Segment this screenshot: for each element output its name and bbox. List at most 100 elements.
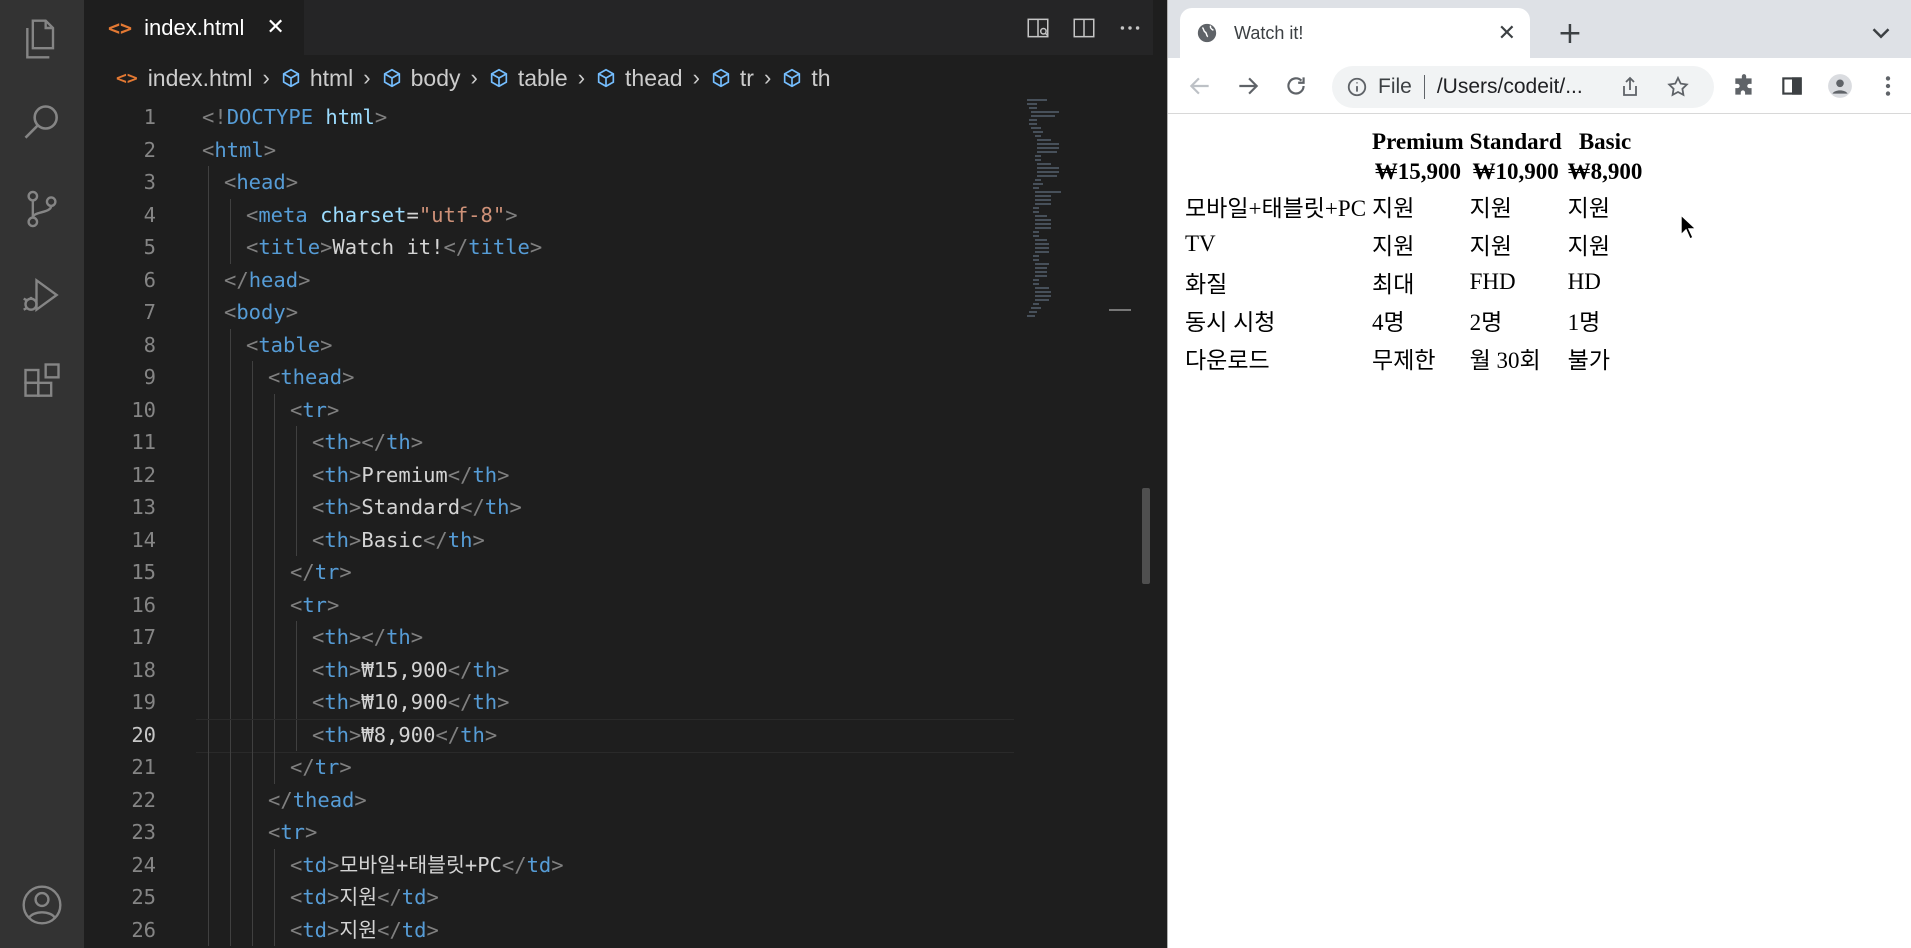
address-bar[interactable]: File /Users/codeit/... — [1332, 66, 1714, 108]
code-line: 8 <table> — [84, 328, 1014, 361]
code-line: 2 <html> — [84, 134, 1014, 167]
kebab-menu-icon[interactable] — [1872, 70, 1904, 102]
indent-guide — [208, 296, 209, 329]
breadcrumb-body[interactable]: body — [381, 65, 461, 92]
indent-guide — [208, 328, 209, 361]
indent-guide — [274, 556, 275, 589]
table-cell: 지원 — [1372, 234, 1415, 259]
indent-guide — [252, 426, 253, 459]
indent-guide — [296, 523, 297, 556]
breadcrumb-html[interactable]: html — [280, 65, 353, 92]
minimap-slider[interactable] — [1109, 309, 1131, 311]
breadcrumb-tr[interactable]: tr — [710, 65, 754, 92]
code-text: <html> — [202, 137, 277, 162]
run-debug-icon[interactable] — [17, 270, 67, 320]
indent-guide — [208, 848, 209, 881]
indent-guide — [208, 556, 209, 589]
source-control-icon[interactable] — [17, 184, 67, 234]
code-line: 12 <th>Premium</th> — [84, 458, 1014, 491]
indent-guide — [274, 523, 275, 556]
indent-guide — [296, 686, 297, 719]
more-actions-icon[interactable] — [1107, 12, 1153, 44]
indent-guide — [230, 523, 231, 556]
split-editor-icon[interactable] — [1061, 12, 1107, 44]
table-row: TV 지원 지원 지원 — [1183, 226, 1644, 262]
breadcrumb-file[interactable]: <> index.html — [116, 65, 253, 92]
indent-guide — [252, 361, 253, 394]
code-text: </thead> — [268, 787, 367, 812]
table-header-cell — [1183, 128, 1368, 156]
code-line: 19 <th>₩10,900</th> — [84, 686, 1014, 719]
table-header-cell: ₩10,900 — [1472, 159, 1559, 184]
element-icon — [381, 67, 403, 89]
breadcrumb: <> index.html › html › body › table › the… — [84, 55, 1153, 101]
back-button[interactable] — [1184, 70, 1216, 102]
indent-guide — [296, 458, 297, 491]
new-tab-button[interactable]: + — [1553, 16, 1587, 51]
table-row: 화질 최대 FHD HD — [1183, 264, 1644, 300]
indent-guide — [208, 166, 209, 199]
info-icon[interactable] — [1346, 76, 1368, 98]
indent-guide — [208, 458, 209, 491]
editor-tab-bar: <> index.html ✕ — [84, 0, 1153, 55]
indent-guide — [252, 621, 253, 654]
indent-guide — [252, 816, 253, 849]
editor-scrollbar[interactable] — [1142, 488, 1150, 584]
code-line: 23 <tr> — [84, 816, 1014, 849]
code-editor[interactable]: 1 <!DOCTYPE html> 2 <html> 3 <head> 4 <meta … — [84, 101, 1014, 948]
indent-guide — [274, 426, 275, 459]
close-icon[interactable]: ✕ — [1498, 21, 1516, 46]
account-icon[interactable] — [17, 880, 67, 930]
indent-guide — [252, 718, 253, 751]
table-cell: 무제한 — [1372, 348, 1436, 373]
close-icon[interactable]: ✕ — [266, 15, 284, 40]
indent-guide — [230, 913, 231, 946]
line-number: 7 — [143, 300, 156, 324]
breadcrumb-thead[interactable]: thead — [595, 65, 683, 92]
line-number: 4 — [143, 202, 156, 227]
indent-guide — [230, 621, 231, 654]
indent-guide — [208, 686, 209, 719]
breadcrumb-table[interactable]: table — [488, 65, 568, 92]
table-header-cell: ₩15,900 — [1374, 159, 1461, 184]
activity-bar — [0, 0, 84, 948]
chevron-down-icon[interactable] — [1866, 18, 1896, 48]
table-header-row: Premium Standard Basic — [1183, 128, 1644, 156]
extensions-puzzle-icon[interactable] — [1728, 70, 1760, 102]
chevron-right-icon: › — [763, 65, 772, 90]
indent-guide — [252, 458, 253, 491]
table-header-row: ₩15,900 ₩10,900 ₩8,900 — [1183, 158, 1644, 186]
reload-button[interactable] — [1280, 70, 1312, 102]
profile-avatar-icon[interactable] — [1824, 70, 1856, 102]
code-text: <th>₩15,900</th> — [312, 657, 510, 682]
search-icon[interactable] — [17, 98, 67, 148]
indent-guide — [230, 588, 231, 621]
table-body: 모바일+태블릿+PC 지원 지원 지원 TV 지원 지원 지원 화질 최대 FH… — [1183, 188, 1644, 376]
star-icon[interactable] — [1666, 75, 1690, 99]
indent-guide — [274, 491, 275, 524]
forward-button[interactable] — [1232, 70, 1264, 102]
indent-guide — [274, 848, 275, 881]
chevron-right-icon: › — [577, 65, 586, 90]
explorer-icon[interactable] — [17, 14, 67, 64]
indent-guide — [230, 198, 231, 231]
code-text: <meta charset="utf-8"> — [246, 202, 518, 227]
share-icon[interactable] — [1618, 75, 1642, 99]
line-number: 16 — [131, 592, 156, 617]
breadcrumb-label: table — [517, 64, 568, 91]
breadcrumb-th[interactable]: th — [781, 65, 831, 92]
indent-guide — [230, 653, 231, 686]
indent-guide — [296, 621, 297, 654]
code-text: <th>Standard</th> — [312, 495, 522, 519]
extensions-icon[interactable] — [17, 356, 67, 406]
code-text: <body> — [224, 300, 299, 324]
editor-tab-index-html[interactable]: <> index.html ✕ — [84, 0, 304, 55]
code-text: <!DOCTYPE html> — [202, 105, 388, 129]
table-cell: 지원 — [1469, 196, 1512, 221]
indent-guide — [230, 751, 231, 784]
line-number: 12 — [131, 462, 156, 487]
minimap[interactable] — [1019, 95, 1129, 355]
open-preview-icon[interactable] — [1015, 12, 1061, 44]
side-panel-icon[interactable] — [1776, 70, 1808, 102]
browser-tab[interactable]: Watch it! ✕ — [1180, 8, 1530, 58]
